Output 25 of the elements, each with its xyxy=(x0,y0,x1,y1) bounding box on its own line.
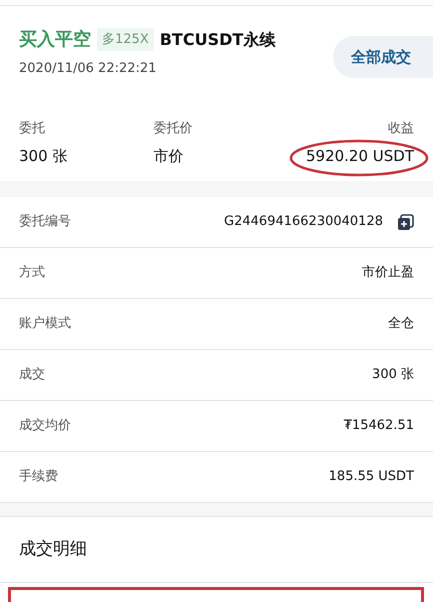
detail-label: 委托编号 xyxy=(19,213,71,232)
section-title: 成交明细 xyxy=(19,538,87,561)
order-side: 买入平空 xyxy=(19,28,91,52)
status-button[interactable]: 全部成交 xyxy=(333,36,433,78)
detail-value: G244694166230040128 xyxy=(224,213,383,232)
stat-value: 5920.20 USDT xyxy=(306,146,414,166)
detail-value: 185.55 USDT xyxy=(328,468,414,486)
detail-value: ₮15462.51 xyxy=(344,417,414,436)
stat-value: 市价 xyxy=(154,146,185,166)
detail-value: 全仓 xyxy=(388,315,414,334)
stat-label: 委托 xyxy=(19,120,46,138)
detail-label: 成交均价 xyxy=(19,417,71,436)
detail-label: 方式 xyxy=(19,264,45,282)
stat-label: 委托价 xyxy=(154,120,194,138)
leverage-tag: 多125X xyxy=(97,28,154,52)
detail-value: 市价止盈 xyxy=(362,264,414,282)
symbol-name: BTCUSDT永续 xyxy=(160,28,276,50)
detail-label: 账户模式 xyxy=(19,315,71,334)
stat-value: 300 张 xyxy=(19,146,68,166)
copy-icon[interactable] xyxy=(397,214,414,230)
detail-label: 成交 xyxy=(19,366,45,384)
detail-label: 手续费 xyxy=(19,468,58,486)
stat-label: 收益 xyxy=(388,120,414,138)
detail-value: 300 张 xyxy=(372,366,414,384)
order-time: 2020/11/06 22:22:21 xyxy=(19,60,158,78)
